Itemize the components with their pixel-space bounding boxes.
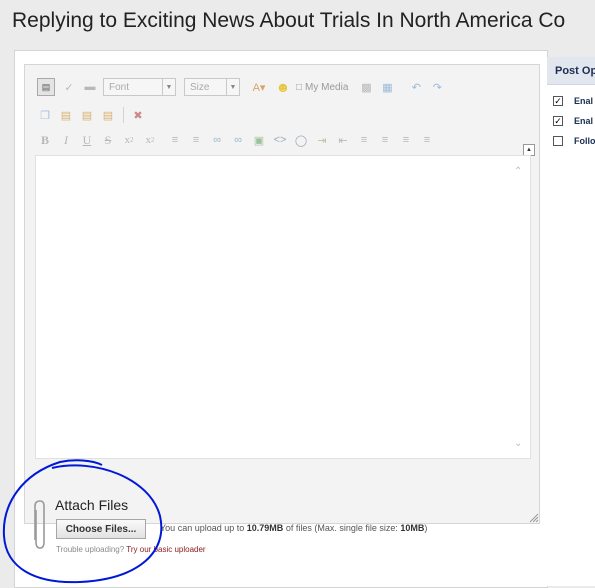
superscript-icon[interactable]: x2 (142, 132, 158, 148)
message-body-input[interactable]: ⌃ ⌄ (35, 155, 531, 459)
my-media-button[interactable]: □ My Media (296, 82, 348, 93)
justify-icon[interactable]: ≡ (419, 132, 435, 148)
italic-icon[interactable]: I (58, 132, 74, 148)
indent-icon[interactable]: ⇥ (314, 132, 330, 148)
checkbox-checked-icon[interactable]: ✓ (553, 96, 563, 106)
align-left-icon[interactable]: ≡ (356, 132, 372, 148)
subscript-icon[interactable]: x2 (121, 132, 137, 148)
undo-icon[interactable]: ↶ (408, 79, 424, 95)
upload-middle: of files (Max. single file size: (285, 523, 398, 533)
post-option-label: Enal (574, 116, 594, 126)
checkbox-checked-icon[interactable]: ✓ (553, 116, 563, 126)
post-option-label: Follo (574, 136, 595, 146)
align-right-icon[interactable]: ≡ (398, 132, 414, 148)
find-replace-icon[interactable]: ▦ (379, 79, 395, 95)
source-icon[interactable]: ▤ (37, 78, 55, 96)
font-select[interactable]: Font ▼ (103, 78, 176, 96)
toolbar-row-2: ❐ ▤ ▤ ▤ ✖ (37, 104, 151, 126)
rich-text-editor: ▤ ✓ ▬ Font ▼ Size ▼ A▾ ☻ □ My Media ▩ ▦ … (24, 64, 540, 524)
font-select-label: Font (109, 81, 130, 93)
upload-limit-text: You can upload up to 10.79MB of files (M… (160, 523, 427, 533)
strikethrough-icon[interactable]: S (100, 132, 116, 148)
quote-icon[interactable]: ◯ (293, 132, 309, 148)
paste-word-icon[interactable]: ▤ (100, 107, 116, 123)
copy-icon[interactable]: ❐ (37, 107, 53, 123)
outdent-icon[interactable]: ⇤ (335, 132, 351, 148)
code-icon[interactable]: <> (272, 132, 288, 148)
post-option-label: Enal (574, 96, 594, 106)
scroll-up-icon[interactable]: ⌃ (514, 166, 524, 177)
numbered-list-icon[interactable]: ≡ (188, 132, 204, 148)
link-icon[interactable]: ∞ (209, 132, 225, 148)
underline-icon[interactable]: U (79, 132, 95, 148)
post-option-3[interactable]: Follo (553, 134, 595, 148)
eraser-icon[interactable]: ✓ (61, 79, 77, 95)
my-media-label: My Media (305, 81, 349, 93)
chevron-down-icon: ▼ (162, 79, 175, 95)
scroll-down-icon[interactable]: ⌄ (514, 438, 524, 449)
page-title: Replying to Exciting News About Trials I… (12, 9, 566, 32)
spellcheck-icon[interactable]: ▩ (358, 79, 374, 95)
upload-size: 10.79MB (246, 523, 284, 533)
smiley-icon[interactable]: ☻ (275, 79, 291, 95)
paste-icon[interactable]: ▤ (58, 107, 74, 123)
paste-text-icon[interactable]: ▤ (79, 107, 95, 123)
remove-format-icon[interactable]: ✖ (130, 107, 146, 123)
align-center-icon[interactable]: ≡ (377, 132, 393, 148)
resize-handle-icon[interactable] (527, 511, 539, 523)
upload-suffix: ) (424, 523, 428, 533)
checkbox-unchecked-icon[interactable] (553, 136, 563, 146)
size-select-label: Size (190, 81, 210, 93)
redo-icon[interactable]: ↷ (429, 79, 445, 95)
single-file-size: 10MB (400, 523, 425, 533)
post-option-1[interactable]: ✓ Enal (553, 94, 595, 108)
post-options-header: Post Op (547, 57, 595, 85)
toolbar-row-1: ▤ ✓ ▬ Font ▼ Size ▼ A▾ ☻ □ My Media ▩ ▦ … (37, 76, 450, 98)
size-select[interactable]: Size ▼ (184, 78, 240, 96)
post-option-2[interactable]: ✓ Enal (553, 114, 595, 128)
chevron-down-icon: ▼ (226, 79, 239, 95)
toolbar-separator (123, 107, 124, 123)
annotation-circle (2, 459, 163, 584)
text-color-icon[interactable]: A▾ (248, 79, 270, 95)
horizontal-rule-icon[interactable]: ▬ (82, 79, 98, 95)
bold-icon[interactable]: B (37, 132, 53, 148)
post-options-panel: Post Op ✓ Enal ✓ Enal Follo (547, 57, 595, 586)
my-media-icon: □ (296, 81, 303, 93)
image-icon[interactable]: ▣ (251, 132, 267, 148)
unlink-icon[interactable]: ∞ (230, 132, 246, 148)
bulleted-list-icon[interactable]: ≡ (167, 132, 183, 148)
toolbar-row-3: B I U S x2 x2 ≡ ≡ ∞ ∞ ▣ <> ◯ ⇥ ⇤ ≡ ≡ ≡ ≡ (37, 129, 440, 151)
